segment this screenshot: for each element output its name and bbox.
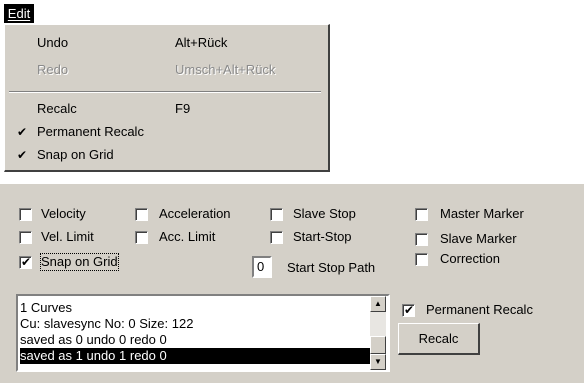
master-marker-label: Master Marker [440, 206, 524, 221]
list-item-selected[interactable]: saved as 1 undo 1 redo 0 [20, 348, 370, 364]
master-marker-checkbox[interactable] [415, 208, 428, 221]
scroll-down-icon[interactable]: ▼ [370, 354, 386, 370]
menu-item-redo: Redo Umsch+Alt+Rück [5, 59, 327, 81]
velocity-checkbox[interactable] [19, 208, 32, 221]
list-item[interactable]: Cu: slavesync No: 0 Size: 122 [20, 316, 193, 332]
check-icon: ✔ [17, 125, 28, 139]
menu-edit-label: Edit [7, 6, 31, 21]
permanent-recalc-label: Permanent Recalc [426, 302, 533, 317]
slave-marker-checkbox[interactable] [415, 233, 428, 246]
check-icon: ✔ [404, 303, 415, 317]
menu-separator [9, 91, 321, 93]
recalc-button[interactable]: Recalc [398, 323, 480, 355]
scroll-thumb[interactable] [370, 336, 386, 354]
start-stop-path-value: 0 [257, 259, 265, 274]
list-item[interactable]: saved as 0 undo 0 redo 0 [20, 332, 167, 348]
start-stop-label: Start-Stop [293, 229, 352, 244]
menu-item-permanent-recalc-label: Permanent Recalc [37, 124, 144, 139]
check-icon: ✔ [21, 255, 32, 269]
check-icon: ✔ [17, 148, 28, 162]
menu-item-snap-on-grid[interactable]: ✔ Snap on Grid [5, 144, 327, 166]
curve-options-panel: Velocity Acceleration Slave Stop Master … [0, 183, 584, 383]
recalc-button-label: Recalc [418, 331, 459, 346]
slave-marker-label: Slave Marker [440, 231, 517, 246]
start-stop-path-label: Start Stop Path [287, 260, 376, 275]
permanent-recalc-checkbox[interactable]: ✔ [402, 303, 415, 317]
acceleration-label: Acceleration [159, 206, 231, 221]
acc-limit-label: Acc. Limit [159, 229, 216, 244]
start-stop-path-input[interactable]: 0 [252, 256, 272, 278]
snap-on-grid-label: Snap on Grid [40, 253, 119, 271]
correction-checkbox[interactable] [415, 253, 428, 266]
menu-item-undo[interactable]: Undo Alt+Rück [5, 32, 327, 54]
correction-label: Correction [440, 251, 500, 266]
slave-stop-label: Slave Stop [293, 206, 356, 221]
vel-limit-checkbox[interactable] [19, 231, 32, 244]
slave-stop-checkbox[interactable] [270, 208, 283, 221]
snap-on-grid-checkbox[interactable]: ✔ [19, 255, 32, 269]
menu-item-recalc-label: Recalc [37, 101, 77, 116]
start-stop-checkbox[interactable] [270, 231, 283, 244]
menu-item-recalc[interactable]: Recalc F9 [5, 98, 327, 120]
menu-edit[interactable]: Edit [4, 4, 34, 23]
acc-limit-checkbox[interactable] [135, 231, 148, 244]
velocity-label: Velocity [41, 206, 86, 221]
edit-menu-dropdown: Undo Alt+Rück Redo Umsch+Alt+Rück Recalc… [4, 24, 330, 172]
menu-item-redo-shortcut: Umsch+Alt+Rück [175, 62, 276, 77]
menu-item-snap-on-grid-label: Snap on Grid [37, 147, 114, 162]
curve-history-list[interactable]: 1 Curves Cu: slavesync No: 0 Size: 122 s… [16, 294, 390, 372]
menu-item-permanent-recalc[interactable]: ✔ Permanent Recalc [5, 121, 327, 143]
scroll-up-icon[interactable]: ▲ [370, 296, 386, 312]
menu-item-undo-label: Undo [37, 35, 69, 50]
menu-item-undo-shortcut: Alt+Rück [175, 35, 228, 50]
list-item[interactable]: 1 Curves [20, 300, 72, 316]
vel-limit-label: Vel. Limit [41, 229, 94, 244]
acceleration-checkbox[interactable] [135, 208, 148, 221]
menu-item-recalc-shortcut: F9 [175, 101, 191, 116]
menu-item-redo-label: Redo [37, 62, 69, 77]
